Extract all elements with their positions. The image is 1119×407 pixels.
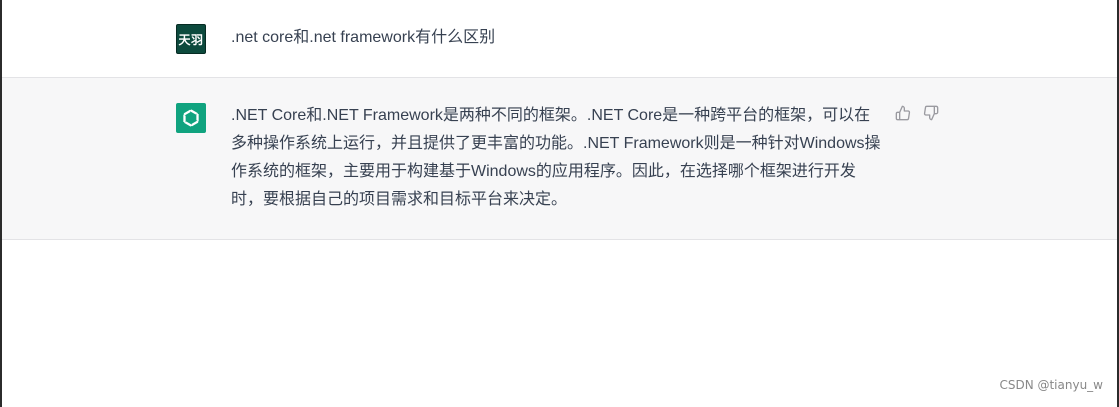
- thumbs-down-button[interactable]: [923, 105, 939, 121]
- thumbs-up-button[interactable]: [895, 105, 911, 121]
- csdn-watermark: CSDN @tianyu_w: [999, 378, 1103, 392]
- user-message-text: .net core和.net framework有什么区别: [231, 29, 496, 46]
- user-avatar-text: 天羽: [178, 32, 204, 47]
- thumbs-up-icon: [895, 105, 911, 121]
- feedback-buttons: [895, 105, 939, 121]
- thumbs-down-icon: [923, 105, 939, 121]
- user-message-row: 天羽 .net core和.net framework有什么区别: [2, 0, 1117, 78]
- assistant-message-row: .NET Core和.NET Framework是两种不同的框架。.NET Co…: [2, 78, 1117, 240]
- assistant-avatar: [176, 103, 206, 133]
- assistant-message-text: .NET Core和.NET Framework是两种不同的框架。.NET Co…: [231, 107, 881, 208]
- openai-logo-icon: [183, 109, 199, 127]
- user-avatar: 天羽: [176, 24, 206, 54]
- chat-window: 天羽 .net core和.net framework有什么区别 .NET Co…: [0, 0, 1119, 407]
